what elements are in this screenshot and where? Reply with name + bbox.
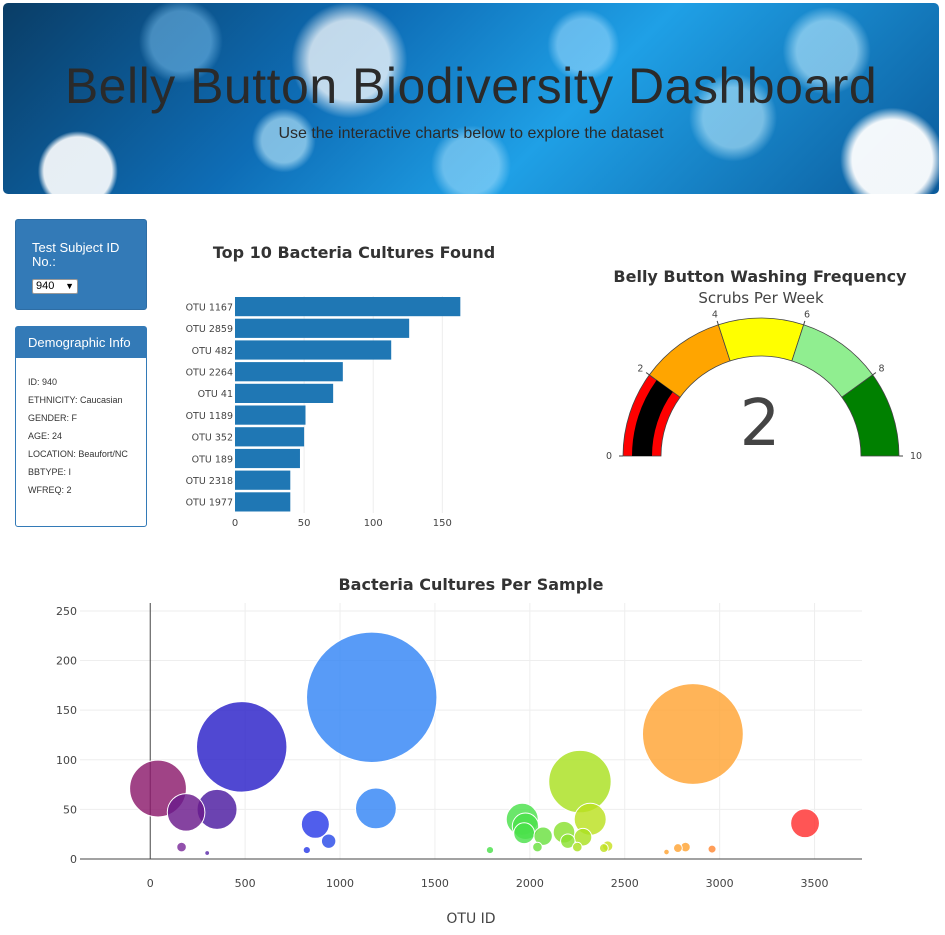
bubble-otu-940 xyxy=(320,833,337,849)
bubble-chart-title: Bacteria Cultures Per Sample xyxy=(338,575,603,594)
bubble-otu-1167 xyxy=(306,631,438,763)
demographic-age: AGE: 24 xyxy=(28,431,63,441)
bubble-otu-2390 xyxy=(598,843,609,853)
bubble-x-tick-label: 2000 xyxy=(516,877,544,890)
gauge-subtitle: Scrubs Per Week xyxy=(698,289,824,307)
bar-otu-189 xyxy=(235,448,300,469)
bubble-y-tick-label: 0 xyxy=(70,853,77,866)
bubble-otu-2264 xyxy=(548,749,612,814)
bubble-otu-1970 xyxy=(513,822,536,845)
bubble-xlabel: OTU ID xyxy=(446,911,495,927)
bubble-x-tick-label: 1000 xyxy=(326,877,354,890)
bubble-y-tick-label: 50 xyxy=(63,803,77,816)
gauge-tick-label: 10 xyxy=(910,451,922,462)
bubble-otu-2859 xyxy=(641,683,744,785)
bubble-otu-2250 xyxy=(571,841,583,853)
bar-y-tick-label: OTU 1167 xyxy=(186,302,233,313)
top10-bar-chart[interactable]: Top 10 Bacteria Cultures Found OTU 1167 O… xyxy=(170,232,520,532)
demographic-ethnicity: ETHNICITY: Caucasian xyxy=(28,395,123,405)
bar-y-tick-label: OTU 2859 xyxy=(186,324,233,335)
bar-otu-482 xyxy=(235,340,392,360)
bar-y-tick-label: OTU 482 xyxy=(192,346,233,357)
demographic-panel-title: Demographic Info xyxy=(16,327,146,358)
bar-y-tick-label: OTU 1977 xyxy=(186,498,233,509)
bubble-otu-2720 xyxy=(663,848,670,856)
header-banner: Belly Button Biodiversity Dashboard Use … xyxy=(3,3,939,194)
bar-otu-2264 xyxy=(235,362,343,382)
bar-otu-352 xyxy=(235,427,305,447)
page-title: Belly Button Biodiversity Dashboard xyxy=(64,58,878,114)
bubble-y-tick-label: 250 xyxy=(56,605,77,618)
gauge-tick-label: 6 xyxy=(804,309,810,320)
bubble-otu-2040 xyxy=(532,841,543,853)
demographic-panel: Demographic Info ID: 940 ETHNICITY: Cauc… xyxy=(15,326,147,527)
gauge-tick xyxy=(872,372,877,376)
bar-y-tick-label: OTU 2264 xyxy=(186,367,233,378)
demographic-location: LOCATION: Beaufort/NC xyxy=(28,449,128,459)
bar-y-tick-label: OTU 189 xyxy=(192,454,233,465)
bar-otu-1977 xyxy=(235,492,291,512)
bubble-otu-300 xyxy=(204,850,211,856)
bubble-otu-2960 xyxy=(707,844,717,854)
bubble-otu-482 xyxy=(196,701,288,793)
bubble-y-tick-label: 200 xyxy=(56,655,77,668)
chevron-down-icon: ▼ xyxy=(65,281,74,291)
demographic-id: ID: 940 xyxy=(28,377,58,387)
bar-x-tick-label: 100 xyxy=(364,518,383,529)
bar-y-tick-label: OTU 41 xyxy=(198,389,233,400)
bar-otu-2318 xyxy=(235,470,291,490)
gauge-tick xyxy=(803,320,806,325)
gauge-tick-label: 0 xyxy=(606,451,612,462)
demographic-wfreq: WFREQ: 2 xyxy=(28,485,72,495)
bubble-x-tick-label: 0 xyxy=(147,877,154,890)
bubble-x-tick-label: 1500 xyxy=(421,877,449,890)
bubble-y-tick-label: 150 xyxy=(56,704,77,717)
gauge-title: Belly Button Washing Frequency xyxy=(613,267,907,286)
subject-id-value: 940 xyxy=(36,280,55,292)
bar-otu-2859 xyxy=(235,318,410,338)
bubble-otu-825 xyxy=(302,845,311,855)
bar-y-tick-label: OTU 2318 xyxy=(186,476,233,487)
washing-frequency-gauge[interactable]: Belly Button Washing Frequency Scrubs Pe… xyxy=(600,255,925,475)
bar-x-tick-label: 150 xyxy=(433,518,452,529)
bar-y-tick-label: OTU 352 xyxy=(192,433,233,444)
gauge-tick xyxy=(716,320,719,325)
bubble-otu-3450 xyxy=(790,808,820,839)
bubble-y-tick-label: 100 xyxy=(56,754,77,767)
bubble-otu-1189 xyxy=(355,787,397,830)
subject-selector-label: Test Subject ID No.: xyxy=(32,240,120,269)
bubble-otu-189 xyxy=(166,793,206,832)
bubble-x-tick-label: 3500 xyxy=(801,877,829,890)
bar-y-tick-label: OTU 1189 xyxy=(186,411,233,422)
page-subtitle: Use the interactive charts below to expl… xyxy=(278,125,664,142)
bar-otu-41 xyxy=(235,383,334,403)
bubble-otu-165 xyxy=(176,841,187,853)
subject-selector-panel: Test Subject ID No.: 940 ▼ xyxy=(15,219,147,310)
gauge-value: 2 xyxy=(740,387,781,461)
demographic-bbtype: BBTYPE: I xyxy=(28,467,72,477)
gauge-step-2 xyxy=(717,317,805,362)
bubble-otu-870 xyxy=(300,809,330,839)
bubble-otu-1790 xyxy=(485,845,495,855)
bar-chart-title: Top 10 Bacteria Cultures Found xyxy=(213,243,495,262)
gauge-tick-label: 2 xyxy=(637,363,643,374)
bar-x-tick-label: 0 xyxy=(232,518,238,529)
bar-otu-1189 xyxy=(235,405,306,425)
bubble-x-tick-label: 2500 xyxy=(611,877,639,890)
cultures-bubble-chart[interactable]: Bacteria Cultures Per Sample 0 50 100 150 20… xyxy=(20,565,920,930)
bubble-otu-2780 xyxy=(672,843,683,853)
bubble-x-tick-label: 500 xyxy=(235,877,256,890)
demographic-list: ID: 940 ETHNICITY: Caucasian GENDER: F A… xyxy=(16,358,146,496)
demographic-gender: GENDER: F xyxy=(28,413,78,423)
gauge-tick-label: 4 xyxy=(712,309,718,320)
gauge-tick-label: 8 xyxy=(879,363,885,374)
bubble-x-tick-label: 3000 xyxy=(706,877,734,890)
gauge-tick xyxy=(645,372,650,376)
subject-id-select[interactable]: 940 ▼ xyxy=(32,279,78,294)
bar-otu-1167 xyxy=(235,297,461,317)
bar-x-tick-label: 50 xyxy=(298,518,311,529)
